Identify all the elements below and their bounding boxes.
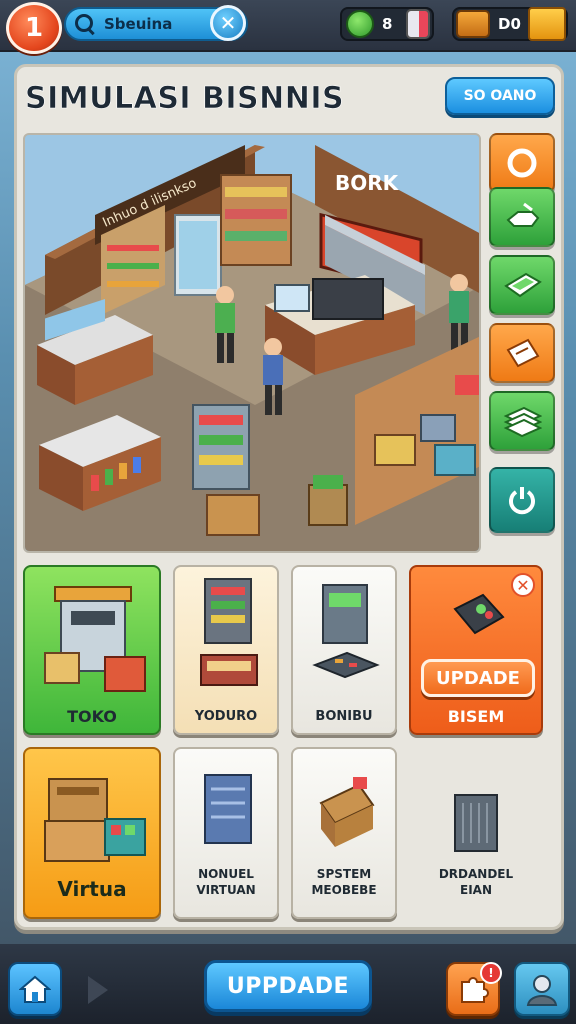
top-bar: 1 Sbeuina ✕ 8 D0 xyxy=(0,0,576,54)
card-sestem[interactable]: SPSTEM MEOBEBE xyxy=(291,747,397,919)
home-button[interactable] xyxy=(8,962,62,1016)
coin-icon xyxy=(507,148,537,178)
hand-icon xyxy=(506,202,540,227)
treasure-chest-icon xyxy=(456,10,490,38)
globe-icon xyxy=(346,10,374,38)
card-nonuel[interactable]: NONUEL VIRTUAN xyxy=(173,747,279,919)
potion-jar-icon xyxy=(406,9,431,39)
profile-button[interactable] xyxy=(514,962,570,1016)
search-icon xyxy=(74,13,96,35)
avatar-icon xyxy=(526,975,558,1006)
update-card-button[interactable]: UPDADE xyxy=(421,659,535,697)
cash-icon xyxy=(504,272,542,298)
side-button-note[interactable] xyxy=(489,323,555,383)
store-scene[interactable]: Inhuo d ilisnkso BORK xyxy=(23,133,481,553)
side-button-coin[interactable] xyxy=(489,133,555,193)
power-icon xyxy=(509,487,535,515)
bottom-bar: UPPDADE ! xyxy=(0,944,576,1024)
card-label-line2: EIAN xyxy=(460,883,492,897)
resource-value: D0 xyxy=(498,15,521,33)
card-drdandel[interactable]: DRDANDEL EIAN xyxy=(409,747,543,919)
upgrade-button[interactable]: UPPDADE xyxy=(204,960,372,1012)
side-button-stack[interactable] xyxy=(489,391,555,451)
card-update[interactable]: ✕ UPDADE BISEM xyxy=(409,565,543,735)
side-button-hand[interactable] xyxy=(489,187,555,247)
game-logo-button[interactable]: 1 xyxy=(6,2,62,54)
note-icon xyxy=(506,338,540,368)
card-label: Virtua xyxy=(57,877,127,901)
search-close-button[interactable]: ✕ xyxy=(210,5,246,41)
search-text: Sbeuina xyxy=(104,15,173,33)
store-illustration: Inhuo d ilisnkso BORK xyxy=(25,135,479,551)
page-title: SIMULASI BISNNIS xyxy=(25,81,345,117)
resource-counter-chest[interactable]: D0 xyxy=(452,7,568,41)
home-icon xyxy=(19,975,51,1003)
gold-bag-icon[interactable] xyxy=(528,7,566,41)
arrow-icon xyxy=(88,976,108,1004)
card-label-line2: MEOBEBE xyxy=(311,883,377,897)
card-virtua[interactable]: Virtua xyxy=(23,747,161,919)
business-panel: SIMULASI BISNNIS SO OANO Inhuo d ilisnks… xyxy=(14,64,564,930)
side-button-cash[interactable] xyxy=(489,255,555,315)
notification-badge: ! xyxy=(480,962,502,984)
stack-icon xyxy=(503,406,542,438)
card-label: BONIBU xyxy=(315,709,373,724)
card-label: TOKO xyxy=(67,707,117,726)
side-button-power[interactable] xyxy=(489,467,555,533)
header-action-button[interactable]: SO OANO xyxy=(445,77,555,115)
card-bonibu[interactable]: BONIBU xyxy=(291,565,397,735)
card-label-line1: NONUEL xyxy=(198,867,254,881)
card-label: YODURO xyxy=(194,709,258,724)
resource-value: 8 xyxy=(382,15,393,33)
card-label-line2: VIRTUAN xyxy=(196,883,256,897)
card-label-line1: DRDANDEL xyxy=(438,867,514,881)
resource-counter-globe[interactable]: 8 xyxy=(340,7,434,41)
card-label-line1: SPSTEM xyxy=(316,867,372,881)
card-toko[interactable]: TOKO xyxy=(23,565,161,735)
card-label: BISEM xyxy=(447,707,505,726)
store-sign-text: BORK xyxy=(335,171,400,195)
card-yoduro[interactable]: YODURO xyxy=(173,565,279,735)
